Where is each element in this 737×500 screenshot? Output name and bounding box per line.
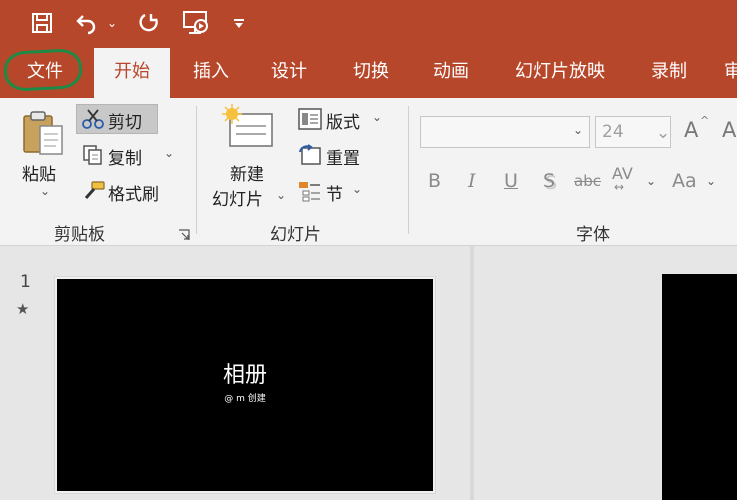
font-size-combobox[interactable]: 24 ⌄	[595, 116, 671, 148]
tab-transitions[interactable]: 切换	[340, 48, 402, 98]
italic-button[interactable]: I	[468, 170, 476, 192]
new-slide-button[interactable]: 新建	[230, 160, 264, 185]
annotation-circle	[3, 47, 83, 93]
new-slide-icon[interactable]	[222, 104, 274, 152]
font-size-value: 24	[602, 122, 624, 142]
tab-record[interactable]: 录制	[638, 48, 700, 98]
tab-slideshow[interactable]: 幻灯片放映	[505, 48, 615, 98]
slides-group-label: 幻灯片	[270, 225, 321, 245]
format-painter-icon[interactable]	[82, 180, 106, 206]
tab-home[interactable]: 开始	[94, 48, 170, 98]
animation-star-icon: ★	[16, 300, 30, 318]
redo-icon[interactable]	[134, 8, 164, 38]
layout-button[interactable]: 版式	[326, 108, 360, 133]
section-button[interactable]: 节	[326, 180, 343, 205]
undo-dropdown-icon[interactable]: ⌄	[104, 8, 120, 38]
customize-icon[interactable]	[230, 8, 248, 38]
spacing-dropdown-icon[interactable]: ⌄	[646, 174, 656, 188]
ribbon-tabs: 文件 开始 插入 设计 切换 动画 幻灯片放映 录制 审	[0, 48, 737, 98]
copy-icon[interactable]	[82, 144, 104, 170]
spacing-arrows-icon: ↔	[614, 180, 625, 194]
font-name-combobox[interactable]: ⌄	[420, 116, 590, 148]
group-separator	[196, 106, 197, 234]
reset-icon[interactable]	[298, 144, 322, 170]
paste-dropdown-icon[interactable]: ⌄	[40, 184, 50, 198]
save-icon[interactable]	[26, 8, 58, 38]
title-bar: ⌄	[0, 0, 737, 48]
font-name-dropdown-icon[interactable]: ⌄	[573, 123, 583, 137]
group-separator	[408, 106, 409, 234]
copy-dropdown-icon[interactable]: ⌄	[164, 146, 174, 160]
thumbnail-subtitle: @ m 创建	[224, 394, 266, 404]
shrink-font-button[interactable]: A	[722, 118, 736, 142]
scissors-icon[interactable]	[82, 108, 104, 134]
font-size-dropdown-icon[interactable]: ⌄	[656, 123, 670, 143]
strikethrough-button[interactable]: abc	[574, 172, 601, 190]
new-slide-dropdown-icon[interactable]: ⌄	[276, 188, 286, 202]
tab-design[interactable]: 设计	[258, 48, 320, 98]
reset-button[interactable]: 重置	[326, 144, 360, 169]
grow-font-button[interactable]: A	[684, 118, 698, 142]
underline-button[interactable]: U	[504, 170, 518, 192]
shadow-button[interactable]: S	[543, 170, 555, 192]
slide-thumbnail[interactable]: 相册 @ m 创建	[54, 276, 436, 494]
slide-number: 1	[20, 272, 31, 292]
tab-review[interactable]: 审	[724, 48, 737, 98]
section-icon[interactable]	[298, 180, 322, 206]
cut-button[interactable]: 剪切	[108, 108, 142, 133]
thumbnail-title: 相册	[222, 363, 267, 388]
present-from-start-icon[interactable]	[180, 8, 212, 38]
clipboard-launcher-icon[interactable]	[178, 226, 190, 245]
tab-insert[interactable]: 插入	[180, 48, 242, 98]
ribbon: 粘贴 ⌄ 剪切 复制 ⌄ 格式刷 剪贴板 新建 幻灯片 ⌄ 版式 ⌄ 重置 节 …	[0, 98, 737, 246]
paste-icon[interactable]	[22, 110, 66, 160]
clipboard-group-label: 剪贴板	[54, 225, 105, 245]
change-case-dropdown-icon[interactable]: ⌄	[706, 174, 716, 188]
format-painter-button[interactable]: 格式刷	[108, 180, 159, 205]
section-dropdown-icon[interactable]: ⌄	[352, 182, 362, 196]
bold-button[interactable]: B	[428, 170, 441, 192]
new-slide-button-line2[interactable]: 幻灯片	[212, 185, 263, 210]
change-case-button[interactable]: Aa	[672, 170, 697, 192]
font-group-label: 字体	[576, 225, 610, 245]
copy-button[interactable]: 复制	[108, 144, 142, 169]
powerpoint-window: ⌄ 文件 开始 插入 设计 切换 动画 幻灯片放映 录制 审 粘贴 ⌄ 剪切 复…	[0, 0, 737, 500]
tab-animations[interactable]: 动画	[420, 48, 482, 98]
undo-icon[interactable]	[72, 8, 100, 38]
main-slide-canvas[interactable]	[662, 274, 737, 500]
layout-icon[interactable]	[298, 108, 322, 134]
grow-font-arrow-icon: ^	[700, 114, 710, 127]
paste-button[interactable]: 粘贴	[22, 160, 56, 185]
layout-dropdown-icon[interactable]: ⌄	[372, 110, 382, 124]
